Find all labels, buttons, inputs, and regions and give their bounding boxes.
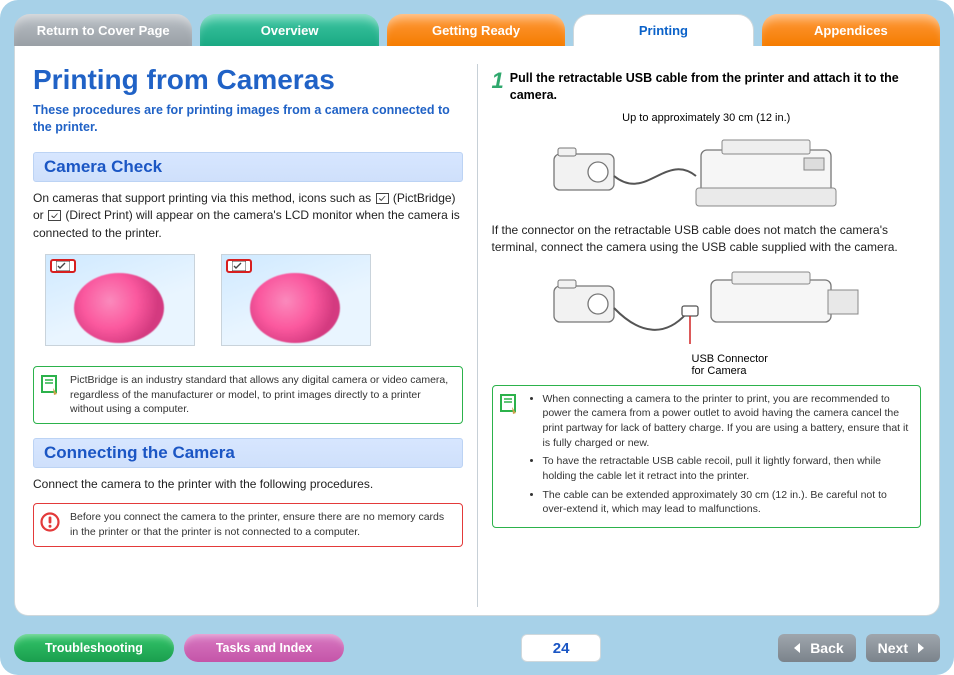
pictbridge-icon <box>376 193 389 204</box>
bottom-bar: Troubleshooting Tasks and Index 24 Back … <box>14 631 940 665</box>
connect-warning-text: Before you connect the camera to the pri… <box>70 510 452 539</box>
pictbridge-note-text: PictBridge is an industry standard that … <box>70 373 452 417</box>
column-divider <box>477 64 478 607</box>
lcd-thumb-2-badge-icon <box>226 259 252 273</box>
triangle-left-icon <box>790 641 804 655</box>
tip-item: To have the retractable USB cable recoil… <box>543 454 911 483</box>
page-title: Printing from Cameras <box>33 64 463 96</box>
step1-tips-list: When connecting a camera to the printer … <box>529 392 911 522</box>
tab-return-cover[interactable]: Return to Cover Page <box>14 14 192 46</box>
right-column: 1 Pull the retractable USB cable from th… <box>492 64 922 607</box>
next-button[interactable]: Next <box>866 634 940 662</box>
tip-item: When connecting a camera to the printer … <box>543 392 911 451</box>
tasks-index-button[interactable]: Tasks and Index <box>184 634 344 662</box>
diagram1-caption: Up to approximately 30 cm (12 in.) <box>492 112 922 124</box>
intro-text: These procedures are for printing images… <box>33 102 463 136</box>
step-number: 1 <box>492 70 504 92</box>
lcd-examples <box>33 252 463 358</box>
triangle-right-icon <box>914 641 928 655</box>
tab-appendices[interactable]: Appendices <box>762 14 940 46</box>
page-number: 24 <box>521 634 601 662</box>
note-icon <box>40 373 62 417</box>
page-body: Printing from Cameras These procedures a… <box>14 46 940 616</box>
pictbridge-note: PictBridge is an industry standard that … <box>33 366 463 424</box>
page-frame: Return to Cover Page Overview Getting Re… <box>0 0 954 675</box>
usb-connector-label-l1: USB Connector <box>692 353 768 365</box>
body-post: (Direct Print) will appear on the camera… <box>33 208 460 239</box>
step1-body2: If the connector on the retractable USB … <box>492 222 922 257</box>
usb-connector-label-l2: for Camera <box>692 365 747 377</box>
section-heading-connecting: Connecting the Camera <box>33 438 463 468</box>
diagram-camera-to-printer-2 <box>492 267 922 355</box>
diagram-camera-to-printer-1 <box>492 130 922 218</box>
body-pre: On cameras that support printing via thi… <box>33 191 375 205</box>
note-icon <box>499 392 521 522</box>
lcd-thumb-2 <box>221 254 371 346</box>
step-instruction: Pull the retractable USB cable from the … <box>510 70 921 104</box>
connecting-body: Connect the camera to the printer with t… <box>33 476 463 493</box>
step1-tips-box: When connecting a camera to the printer … <box>492 385 922 529</box>
direct-print-icon <box>48 210 61 221</box>
next-label: Next <box>878 640 908 656</box>
troubleshooting-button[interactable]: Troubleshooting <box>14 634 174 662</box>
section-heading-camera-check: Camera Check <box>33 152 463 182</box>
top-tab-bar: Return to Cover Page Overview Getting Re… <box>14 14 940 46</box>
warning-icon <box>40 510 62 539</box>
connect-warning: Before you connect the camera to the pri… <box>33 503 463 546</box>
step-1-heading: 1 Pull the retractable USB cable from th… <box>492 70 922 104</box>
tab-printing-active[interactable]: Printing <box>573 14 753 46</box>
camera-check-body: On cameras that support printing via thi… <box>33 190 463 242</box>
left-column: Printing from Cameras These procedures a… <box>33 64 463 607</box>
lcd-thumb-1 <box>45 254 195 346</box>
back-button[interactable]: Back <box>778 634 855 662</box>
tab-getting-ready[interactable]: Getting Ready <box>387 14 565 46</box>
tip-item: The cable can be extended approximately … <box>543 488 911 517</box>
diagram2-caption: USB Connector for Camera <box>692 353 922 377</box>
tab-overview[interactable]: Overview <box>200 14 378 46</box>
lcd-thumb-1-badge-icon <box>50 259 76 273</box>
back-label: Back <box>810 640 843 656</box>
